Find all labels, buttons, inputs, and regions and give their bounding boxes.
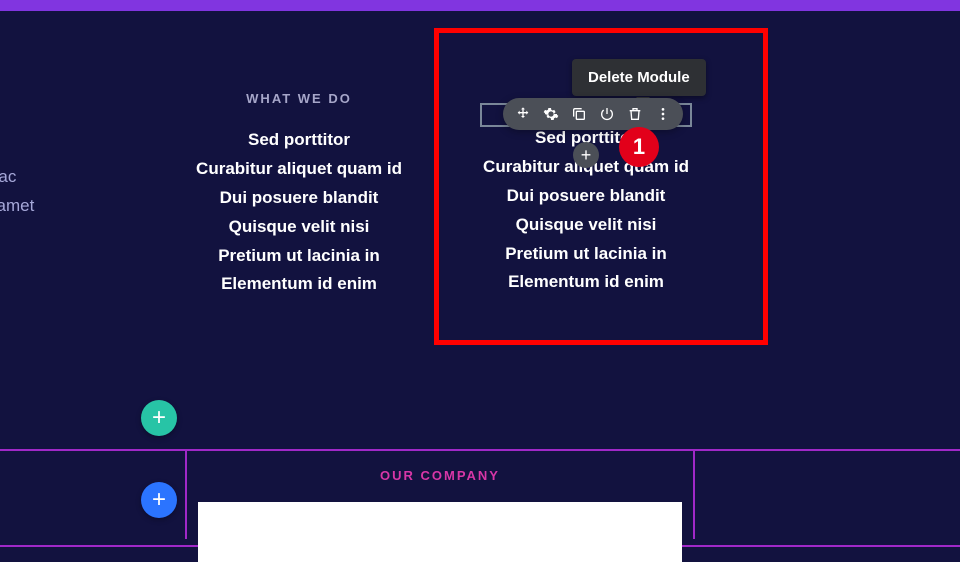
plus-icon: +	[152, 404, 166, 432]
intro-text-line: s.	[0, 221, 150, 250]
intro-text-line: vallis quis ac	[0, 163, 150, 192]
list-item: Dui posuere blandit	[470, 182, 702, 211]
page-title-fragment: ct	[0, 85, 150, 133]
what-we-do-column: WHAT WE DO Sed porttitor Curabitur aliqu…	[183, 91, 415, 299]
add-section-button[interactable]: +	[141, 400, 177, 436]
tooltip-delete-module: Delete Module	[572, 59, 706, 96]
gear-icon[interactable]	[541, 104, 561, 124]
list-item: Quisque velit nisi	[183, 213, 415, 242]
intro-text-line: n nulla sit amet	[0, 192, 150, 221]
list-item: Pretium ut lacinia in	[183, 242, 415, 271]
section-heading-our-company: OUR COMPANY	[185, 468, 695, 483]
top-accent-bar	[0, 0, 960, 11]
list-item: Elementum id enim	[470, 268, 702, 297]
trash-icon[interactable]	[625, 104, 645, 124]
list-item: Pretium ut lacinia in	[470, 240, 702, 269]
list-item: Quisque velit nisi	[470, 211, 702, 240]
add-module-button[interactable]: +	[573, 142, 599, 168]
column-heading: WHAT WE DO	[183, 91, 415, 106]
intro-column: ct vallis quis ac n nulla sit amet s.	[0, 91, 150, 250]
duplicate-icon[interactable]	[569, 104, 589, 124]
plus-icon: +	[581, 145, 592, 166]
list-item: Elementum id enim	[183, 270, 415, 299]
module-toolbar	[503, 98, 683, 130]
power-icon[interactable]	[597, 104, 617, 124]
dots-icon[interactable]	[653, 104, 673, 124]
page-content: ct vallis quis ac n nulla sit amet s. WH…	[0, 11, 960, 537]
list-item: Sed porttitor	[183, 126, 415, 155]
content-area-white	[198, 502, 682, 562]
list-item: Dui posuere blandit	[183, 184, 415, 213]
move-icon[interactable]	[513, 104, 533, 124]
list-item: Curabitur aliquet quam id	[183, 155, 415, 184]
